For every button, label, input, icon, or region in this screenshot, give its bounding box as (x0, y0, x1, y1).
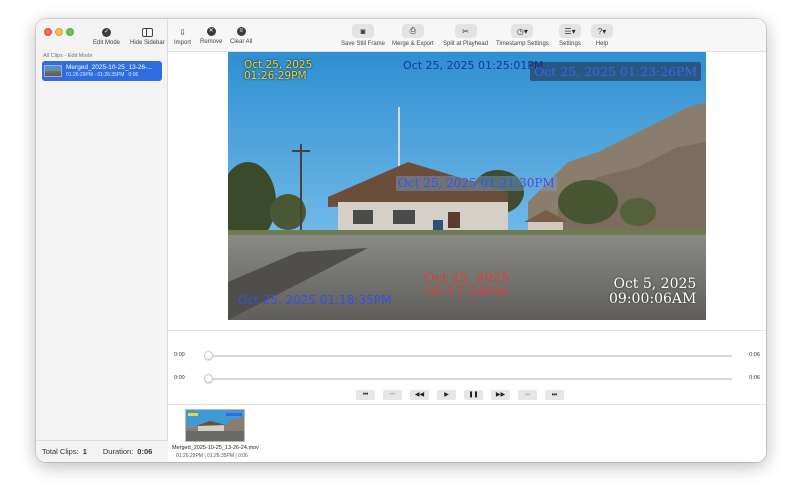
import-button[interactable]: ⇩ Import (174, 27, 192, 47)
clear-all-label: Clear All (230, 39, 253, 45)
help-label: Help (595, 41, 609, 47)
overlay-red-date: Oct 25, 2025 (424, 271, 510, 286)
clip-name: Merged_2025-10-25_13-26-... (66, 64, 153, 71)
timestamp-settings-label: Timestamp Settings (496, 41, 549, 47)
timestamp-overlay-yellow: Oct 25, 2025 01:26:29PM (244, 59, 312, 83)
video-preview[interactable]: Oct 25, 2025 01:26:29PM Oct 25, 2025 01:… (228, 52, 706, 320)
timeline: Merged_2025-10-25_13-26-24.mov 01:26:29P… (168, 404, 766, 462)
duration-label: Duration: (102, 447, 134, 456)
clip-time-range: 01:26:29PM - 01:26:35PM (66, 72, 125, 78)
remove-label: Remove (200, 39, 223, 45)
help-button[interactable]: ?▾ Help (591, 24, 613, 47)
slider1-knob[interactable] (204, 351, 213, 360)
timestamp-settings-button[interactable]: ◷▾ Timestamp Settings (496, 24, 549, 47)
pause-button[interactable]: ❚❚ (464, 390, 483, 400)
save-still-frame-label: Save Still Frame (341, 41, 386, 47)
edit-mode-button[interactable]: ✓ Edit Mode (93, 28, 120, 46)
overlay-white-date: Oct 5, 2025 (613, 276, 697, 292)
checkmark-icon: ✓ (102, 28, 111, 37)
split-at-playhead-label: Split at Playhead (443, 41, 489, 47)
app-window: ✓ Edit Mode Hide Sidebar All Clips - Edi… (36, 19, 766, 462)
hide-sidebar-label: Hide Sidebar (130, 40, 165, 46)
fast-forward-button[interactable]: ▶▶ (491, 390, 510, 400)
play-button[interactable]: ▶ (437, 390, 456, 400)
next-clip-button[interactable]: ⏭ (518, 390, 537, 400)
close-window-button[interactable] (44, 28, 52, 36)
timestamp-overlay-red: Oct 25, 2025 01:17:14PM (424, 272, 509, 299)
remove-button[interactable]: ✕ Remove (200, 27, 222, 45)
overlay-red-time: 01:17:14PM (426, 284, 507, 300)
total-clips-value: 1 (82, 447, 87, 456)
clip-duration: 0:06 (128, 72, 139, 78)
total-clips-label: Total Clips: (42, 447, 79, 456)
zoom-window-button[interactable] (66, 28, 74, 36)
hide-sidebar-button[interactable]: Hide Sidebar (130, 28, 165, 46)
sidebar: ✓ Edit Mode Hide Sidebar All Clips - Edi… (36, 19, 168, 462)
settings-label: Settings (559, 41, 581, 47)
slider2-knob[interactable] (204, 374, 213, 383)
remove-icon: ✕ (206, 27, 216, 36)
menu-lines-icon: ☰▾ (559, 24, 581, 38)
slider2-start-time: 0:00 (174, 375, 185, 381)
transport-controls: ⏮ ⏮ ◀◀ ▶ ❚❚ ▶▶ ⏭ ⏭ (356, 390, 572, 400)
timeline-thumb-scene (186, 410, 244, 441)
clip-list-item[interactable]: Merged_2025-10-25_13-26-... 01:26:29PM -… (42, 61, 162, 81)
slider2-track[interactable] (206, 378, 732, 380)
settings-button[interactable]: ☰▾ Settings (559, 24, 581, 47)
toolbar: ⇩ Import ✕ Remove ≡ Clear All ◙ Save Sti… (168, 19, 766, 52)
edit-mode-label: Edit Mode (93, 40, 121, 46)
slider1-start-time: 0:00 (174, 352, 185, 358)
split-at-playhead-button[interactable]: ✂ Split at Playhead (443, 24, 488, 47)
timestamp-overlay-top-right: Oct 25, 2025 01:23:26PM (530, 62, 702, 82)
sidebar-icon (141, 28, 153, 37)
timestamp-overlay-center: Oct 25, 2025 01:21:30PM (396, 176, 557, 191)
import-label: Import (174, 40, 192, 46)
duration-value: 0:06 (137, 447, 153, 456)
scissors-icon: ✂ (454, 24, 477, 38)
clip-thumbnail (44, 65, 62, 77)
minimize-window-button[interactable] (55, 28, 63, 36)
save-still-frame-button[interactable]: ◙ Save Still Frame (341, 24, 385, 47)
sidebar-footer: Total Clips: 1 Duration: 0:06 (36, 440, 168, 462)
question-icon: ?▾ (591, 24, 613, 38)
slider1-track[interactable] (206, 355, 732, 357)
timeline-clip-times: 01:26:29PM | 01:26:35PM | 0:06 (176, 453, 248, 459)
slider1-end-time: 0:06 (749, 352, 760, 358)
main-area: ⇩ Import ✕ Remove ≡ Clear All ◙ Save Sti… (168, 19, 766, 462)
timeline-clip-name: Merged_2025-10-25_13-26-24.mov (172, 445, 259, 451)
overlay-white-time: 09:00:06AM (609, 290, 697, 307)
clip-times: 01:26:29PM - 01:26:35PM 0:06 (66, 72, 153, 78)
clock-icon: ◷▾ (511, 24, 534, 38)
clear-all-icon: ≡ (236, 27, 246, 36)
skip-to-start-button[interactable]: ⏮ (356, 390, 375, 400)
merge-export-label: Merge & Export (392, 41, 434, 47)
divider (168, 330, 766, 331)
slider2-end-time: 0:06 (749, 375, 760, 381)
printer-icon: ⎙ (401, 24, 424, 38)
skip-to-end-button[interactable]: ⏭ (545, 390, 564, 400)
range-slider[interactable]: 0:00 0:06 (174, 374, 760, 384)
camera-icon: ◙ (352, 24, 374, 38)
section-label: All Clips - Edit Mode (43, 53, 93, 59)
clear-all-button[interactable]: ≡ Clear All (230, 27, 252, 45)
import-icon: ⇩ (179, 27, 186, 37)
timestamp-overlay-top-center: Oct 25, 2025 01:25:01PM (403, 59, 544, 72)
merge-export-button[interactable]: ⎙ Merge & Export (392, 24, 434, 47)
playhead-slider[interactable]: 0:00 0:06 (174, 351, 760, 361)
previous-clip-button[interactable]: ⏮ (383, 390, 402, 400)
rewind-button[interactable]: ◀◀ (410, 390, 429, 400)
overlay-yellow-time: 01:26:29PM (244, 70, 307, 83)
timeline-clip-thumbnail[interactable] (185, 409, 245, 442)
timestamp-overlay-bottom-left: Oct 25, 2025 01:18:35PM (238, 293, 392, 307)
timestamp-overlay-white: Oct 5, 2025 09:00:06AM (609, 277, 696, 306)
